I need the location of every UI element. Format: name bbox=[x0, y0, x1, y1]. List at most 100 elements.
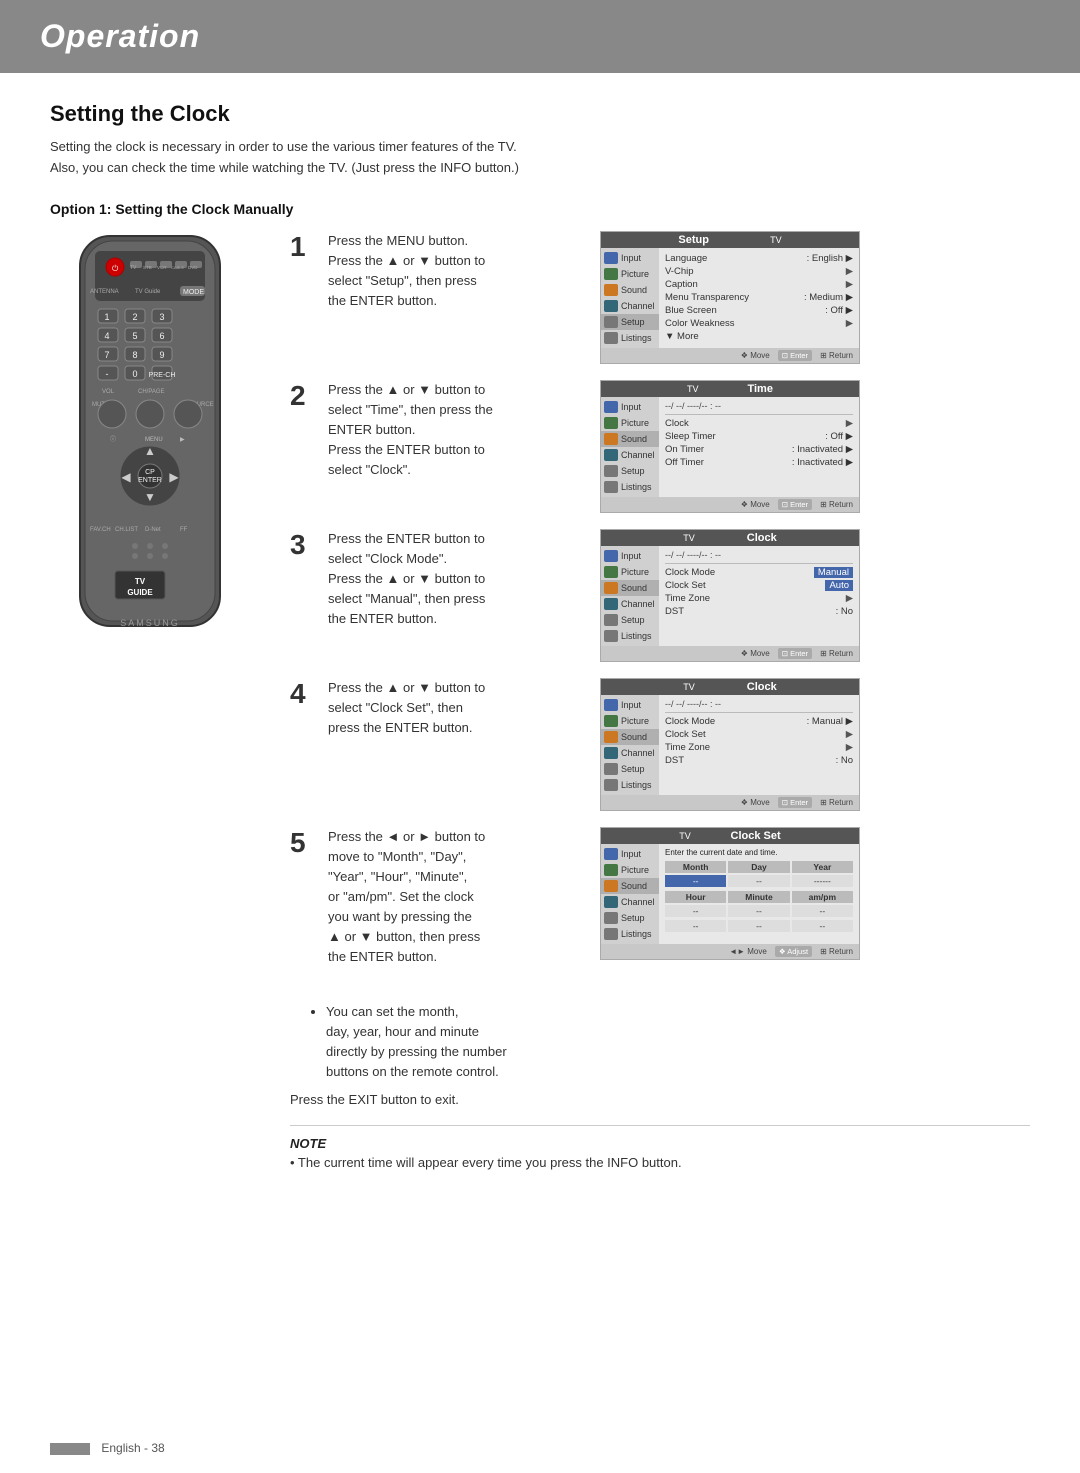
step1-left: 1 Press the MENU button. Press the ▲ or … bbox=[290, 231, 590, 330]
sidebar-setup: Setup bbox=[601, 314, 659, 330]
extra-2: -- bbox=[728, 920, 789, 932]
svg-text:▶: ▶ bbox=[180, 437, 185, 443]
tv-setup-main: Language : English ▶ V-Chip ▶ Caption ▶ bbox=[659, 248, 859, 348]
svg-text:5: 5 bbox=[132, 331, 137, 341]
clockset-subtitle: Enter the current date and time. bbox=[665, 848, 853, 857]
sidebar-listings-c1: Listings bbox=[601, 628, 659, 644]
year-value: ------ bbox=[792, 875, 853, 887]
sidebar-setup-c1-icon bbox=[604, 614, 618, 626]
sidebar-setup-cs: Setup bbox=[601, 910, 659, 926]
sidebar-input-t-icon bbox=[604, 401, 618, 413]
sidebar-listings-c2-icon bbox=[604, 779, 618, 791]
tv-setup-sidebar: Input Picture Sound bbox=[601, 248, 659, 348]
sidebar-sound-c2: Sound bbox=[601, 729, 659, 745]
svg-text:1: 1 bbox=[104, 312, 109, 322]
tv-panel-clock2: TV Clock Input bbox=[600, 678, 860, 811]
svg-text:FAV.CH: FAV.CH bbox=[90, 527, 111, 533]
step5-content: Press the ◄ or ► button to move to "Mont… bbox=[328, 827, 590, 968]
sidebar-listings-t: Listings bbox=[601, 479, 659, 495]
svg-text:CABLE: CABLE bbox=[171, 265, 184, 270]
svg-text:VOL: VOL bbox=[102, 389, 115, 395]
sidebar-sound-t-icon bbox=[604, 433, 618, 445]
sidebar-input-c1-icon bbox=[604, 550, 618, 562]
svg-text:MODE: MODE bbox=[183, 289, 204, 296]
step5-text: Press the ◄ or ► button to move to "Mont… bbox=[328, 827, 590, 968]
sidebar-picture-icon bbox=[604, 268, 618, 280]
month-value: -- bbox=[665, 875, 726, 887]
remote-column: ⏻ TV STB VCR CABLE DVD ANTENNA TV Guide bbox=[50, 231, 260, 664]
tv-panel-clock2-header: TV Clock bbox=[601, 679, 859, 695]
time-row-offtimer: Off Timer : Inactivated ▶ bbox=[665, 456, 853, 469]
clock2-row-set: Clock Set ▶ bbox=[665, 728, 853, 741]
step5-left: 5 Press the ◄ or ► button to move to "Mo… bbox=[290, 827, 590, 986]
time-row-ontimer: On Timer : Inactivated ▶ bbox=[665, 443, 853, 456]
step5-panel: TV Clock Set Input bbox=[600, 827, 1030, 960]
setup-row-menu-transparency: Menu Transparency : Medium ▶ bbox=[665, 291, 853, 304]
svg-text:SAMSUNG: SAMSUNG bbox=[120, 618, 180, 628]
step1-panel: Setup TV Input bbox=[600, 231, 1030, 364]
sidebar-channel-c1-icon bbox=[604, 598, 618, 610]
sidebar-channel-cs-icon bbox=[604, 896, 618, 908]
sidebar-input-c2-icon bbox=[604, 699, 618, 711]
tv-time-footer: ❖ Move ⊡ Enter ⊞ Return bbox=[601, 497, 859, 512]
day-header: Day bbox=[728, 861, 789, 873]
minute-header: Minute bbox=[728, 891, 789, 903]
page-footer: English - 38 bbox=[50, 1441, 1030, 1455]
sidebar-picture-t: Picture bbox=[601, 415, 659, 431]
svg-text:8: 8 bbox=[132, 350, 137, 360]
page-header: Operation bbox=[0, 0, 1080, 73]
time-display-c2: --/ --/ ----/-- : -- bbox=[665, 699, 853, 709]
sidebar-picture-cs: Picture bbox=[601, 862, 659, 878]
time-display-t: --/ --/ ----/-- : -- bbox=[665, 401, 853, 411]
sidebar-picture-cs-icon bbox=[604, 864, 618, 876]
tv-panel-clockset: TV Clock Set Input bbox=[600, 827, 860, 960]
tv-panel-time-body: Input Picture Sound bbox=[601, 397, 859, 497]
sidebar-listings-t-icon bbox=[604, 481, 618, 493]
step-1: 1 Press the MENU button. Press the ▲ or … bbox=[290, 231, 590, 312]
sidebar-picture-c1-icon bbox=[604, 566, 618, 578]
tv-panel-clock1-body: Input Picture Sound bbox=[601, 546, 859, 646]
tv-panel-clock1-header: TV Clock bbox=[601, 530, 859, 546]
sidebar-listings-c1-icon bbox=[604, 630, 618, 642]
svg-text:ⓘ: ⓘ bbox=[110, 435, 116, 443]
clock-date-grid: Month Day Year -- -- ------ bbox=[665, 861, 853, 887]
sidebar-picture: Picture bbox=[601, 266, 659, 282]
step3-text: Press the ENTER button to select "Clock … bbox=[328, 529, 590, 630]
extra-3: -- bbox=[792, 920, 853, 932]
sidebar-setup-c1: Setup bbox=[601, 612, 659, 628]
svg-text:D-Net: D-Net bbox=[145, 527, 161, 533]
svg-text:▲: ▲ bbox=[144, 444, 156, 458]
step-number-5: 5 bbox=[290, 829, 312, 857]
svg-text:CH/PAGE: CH/PAGE bbox=[138, 389, 165, 395]
clock2-row-mode: Clock Mode : Manual ▶ bbox=[665, 715, 853, 728]
step2-left: 2 Press the ▲ or ▼ button to select "Tim… bbox=[290, 380, 590, 499]
sidebar-sound: Sound bbox=[601, 282, 659, 298]
remote-svg: ⏻ TV STB VCR CABLE DVD ANTENNA TV Guide bbox=[50, 231, 250, 661]
step1-content: Press the MENU button. Press the ▲ or ▼ … bbox=[328, 231, 590, 312]
svg-text:TV Guide: TV Guide bbox=[135, 289, 161, 295]
sidebar-listings-icon bbox=[604, 332, 618, 344]
sidebar-input-cs: Input bbox=[601, 846, 659, 862]
tv-clock1-main: --/ --/ ----/-- : -- Clock Mode Manual C… bbox=[659, 546, 859, 646]
note-text: • The current time will appear every tim… bbox=[290, 1155, 1030, 1170]
svg-text:-: - bbox=[106, 369, 109, 379]
sidebar-channel: Channel bbox=[601, 298, 659, 314]
svg-text:DVD: DVD bbox=[188, 265, 198, 270]
svg-text:ENTER: ENTER bbox=[138, 477, 162, 484]
svg-text:GUIDE: GUIDE bbox=[127, 588, 153, 597]
svg-text:CH.LIST: CH.LIST bbox=[115, 527, 138, 533]
year-header: Year bbox=[792, 861, 853, 873]
step2-pair: 2 Press the ▲ or ▼ button to select "Tim… bbox=[290, 380, 1030, 513]
svg-text:◀: ◀ bbox=[121, 470, 131, 484]
sidebar-listings-cs-icon bbox=[604, 928, 618, 940]
sidebar-input: Input bbox=[601, 250, 659, 266]
clock1-row-dst: DST : No bbox=[665, 605, 853, 618]
clock2-row-timezone: Time Zone ▶ bbox=[665, 741, 853, 754]
sidebar-input-c2: Input bbox=[601, 697, 659, 713]
section-title: Setting the Clock bbox=[50, 101, 1030, 127]
svg-text:TV: TV bbox=[135, 577, 146, 586]
sidebar-listings-cs: Listings bbox=[601, 926, 659, 942]
svg-text:3: 3 bbox=[159, 312, 164, 322]
step4-left: 4 Press the ▲ or ▼ button to select "Clo… bbox=[290, 678, 590, 756]
content-area: ⏻ TV STB VCR CABLE DVD ANTENNA TV Guide bbox=[50, 231, 1030, 1171]
